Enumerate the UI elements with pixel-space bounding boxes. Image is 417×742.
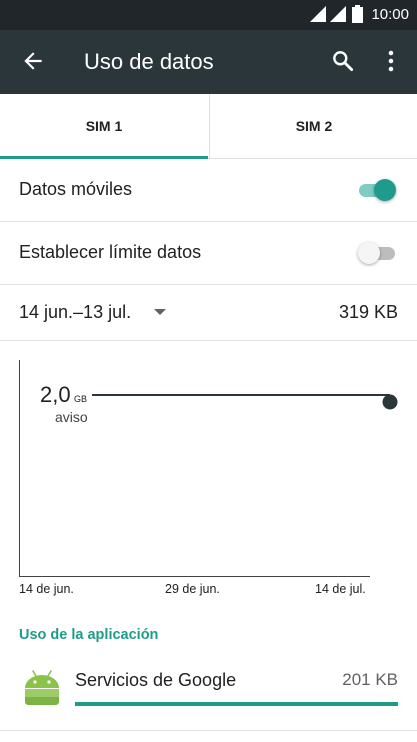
app-usage-size: 201 KB xyxy=(342,670,398,689)
x-label-start: 14 de jun. xyxy=(19,582,74,596)
billing-cycle-range[interactable]: 14 jun.–13 jul. xyxy=(19,302,131,323)
status-icons: 10:00 xyxy=(310,5,409,23)
page-title: Uso de datos xyxy=(84,49,214,74)
mobile-data-row[interactable]: Datos móviles xyxy=(0,159,417,222)
tab-sim-2[interactable]: SIM 2 xyxy=(209,94,417,158)
more-options-icon[interactable] xyxy=(384,48,398,74)
back-arrow-icon[interactable] xyxy=(20,48,46,74)
warning-value[interactable]: 2,0 xyxy=(40,382,71,408)
chevron-down-icon[interactable] xyxy=(154,309,166,315)
x-label-end: 14 de jul. xyxy=(315,582,366,596)
battery-icon xyxy=(352,5,364,23)
android-icon xyxy=(25,670,59,705)
signal-icon-2 xyxy=(330,6,347,22)
mobile-data-label: Datos móviles xyxy=(19,179,133,199)
status-bar: 10:00 xyxy=(0,0,417,30)
data-limit-row[interactable]: Establecer límite datos xyxy=(0,222,417,285)
switch-thumb xyxy=(358,242,380,264)
billing-cycle-usage: 319 KB xyxy=(338,302,398,322)
usage-chart: 2,0 GB aviso 14 de jun. 29 de jun. 14 de… xyxy=(0,350,417,610)
app-name: Servicios de Google xyxy=(75,670,237,690)
warning-label: aviso xyxy=(55,409,88,425)
sim-tabs: SIM 1 SIM 2 xyxy=(0,94,417,159)
switch-thumb xyxy=(374,179,396,201)
warning-unit: GB xyxy=(74,394,88,404)
billing-cycle-row[interactable]: 14 jun.–13 jul. 319 KB xyxy=(0,285,417,341)
x-label-mid: 29 de jun. xyxy=(165,582,220,596)
data-limit-switch[interactable] xyxy=(358,242,395,264)
app-usage-bar xyxy=(75,702,398,706)
mobile-data-switch[interactable] xyxy=(359,179,396,201)
app-usage-item[interactable]: Servicios de Google 201 KB xyxy=(0,658,417,731)
data-limit-label: Establecer límite datos xyxy=(19,242,202,262)
signal-icon xyxy=(310,6,327,22)
app-usage-bar-fill xyxy=(75,702,398,706)
tab-sim-1[interactable]: SIM 1 xyxy=(0,94,208,159)
status-time: 10:00 xyxy=(371,5,409,23)
search-icon[interactable] xyxy=(330,48,356,74)
tab-sim-1-label: SIM 1 xyxy=(85,118,123,134)
app-bar: Uso de datos xyxy=(0,30,417,94)
warning-handle xyxy=(382,394,398,410)
app-usage-header: Uso de la aplicación xyxy=(19,627,159,643)
tab-sim-2-label: SIM 2 xyxy=(295,118,333,134)
